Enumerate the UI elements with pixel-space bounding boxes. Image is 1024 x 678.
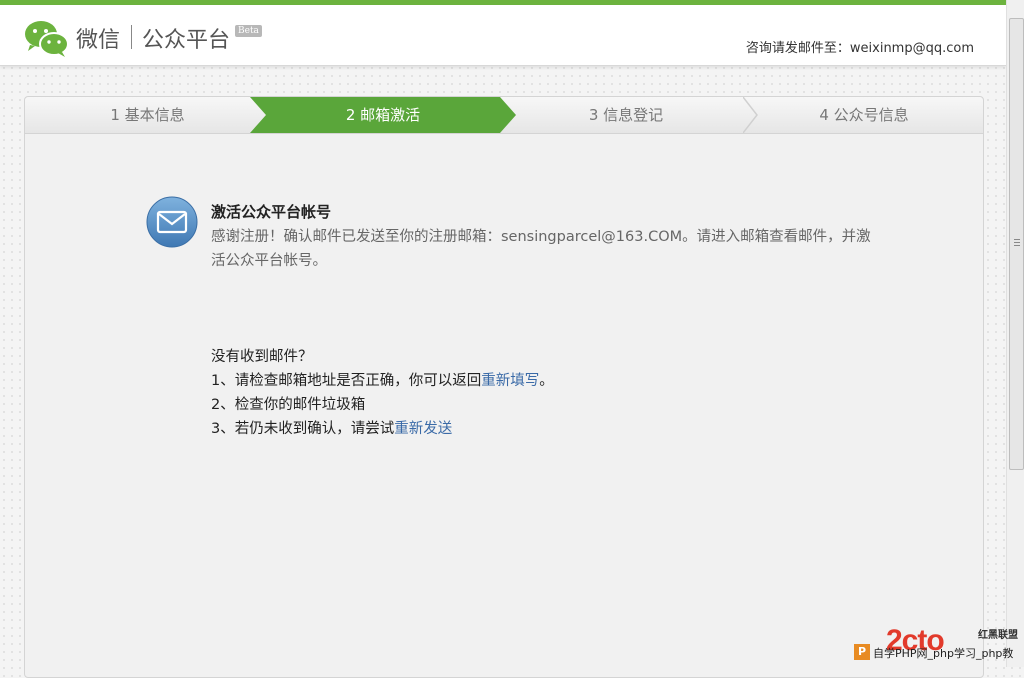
help-item-1: 1、请检查邮箱地址是否正确，你可以返回重新填写。 (211, 369, 554, 393)
brand-platform: 公众平台 (142, 28, 231, 53)
help-item-1-suffix: 。 (539, 373, 554, 389)
help-item-2: 2、检查你的邮件垃圾箱 (211, 397, 366, 413)
step-basic-info: 1 基本信息 (110, 106, 185, 124)
watermark-text: 自学PHP网_php学习_php教 (873, 647, 1014, 660)
step-account-info: 4 公众号信息 (819, 106, 909, 124)
registration-card: 1 基本信息 2 邮箱激活 3 信息登记 4 公众号信息 激活公众平台帐号 感谢… (24, 96, 984, 678)
beta-badge: Beta (235, 25, 262, 37)
help-item-1-text: 1、请检查邮箱地址是否正确，你可以返回 (211, 373, 482, 389)
wechat-logo-icon (25, 21, 69, 57)
site-watermark: 2cto 红黑联盟 P 自学PHP网_php学习_php教 (854, 624, 1024, 667)
help-question: 没有收到邮件？ (211, 349, 313, 365)
step-info-registration: 3 信息登记 (588, 106, 664, 124)
resend-link[interactable]: 重新发送 (394, 421, 452, 437)
message-body: 感谢注册！确认邮件已发送至你的注册邮箱：sensingparcel@163.CO… (211, 229, 871, 269)
header: 微信 公众平台 Beta 咨询请发邮件至：weixinmp@qq.com (0, 5, 1006, 66)
step-email-activation: 2 邮箱激活 (345, 106, 421, 124)
step-progress-bar: 1 基本信息 2 邮箱激活 3 信息登记 4 公众号信息 (25, 97, 983, 134)
message-title: 激活公众平台帐号 (211, 203, 332, 221)
mail-icon (146, 196, 198, 248)
scrollbar-grip-icon (1014, 239, 1020, 240)
watermark-tag: 红黑联盟 (978, 630, 1018, 641)
vertical-scrollbar[interactable] (1006, 0, 1024, 667)
scrollbar-thumb[interactable] (1009, 18, 1024, 470)
refill-link[interactable]: 重新填写 (481, 373, 539, 389)
brand-divider (131, 25, 132, 49)
contact-email: 咨询请发邮件至：weixinmp@qq.com (745, 41, 974, 56)
brand-name: 微信 (76, 28, 121, 53)
help-section: 没有收到邮件？ 1、请检查邮箱地址是否正确，你可以返回重新填写。 2、检查你的邮… (211, 345, 554, 441)
help-item-3-text: 3、若仍未收到确认，请尝试 (211, 421, 395, 437)
watermark-p-icon: P (854, 644, 870, 660)
help-item-3: 3、若仍未收到确认，请尝试重新发送 (211, 417, 554, 441)
